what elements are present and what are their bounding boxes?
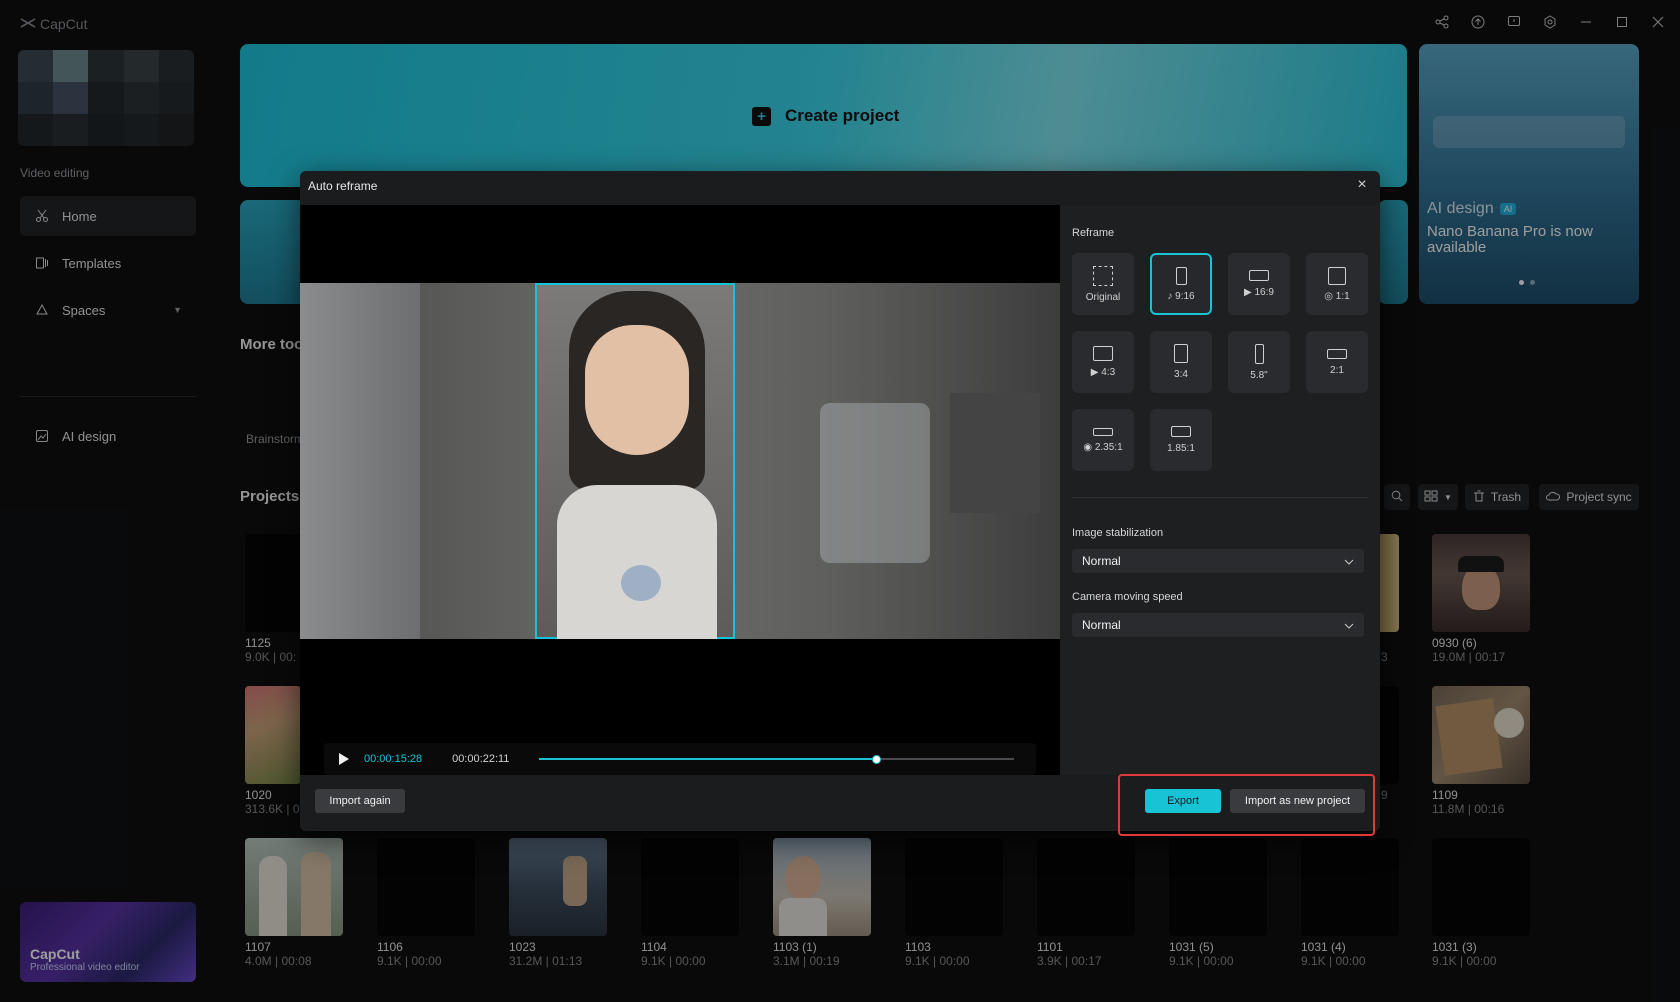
ratio-4-3[interactable]: ▶ 4:3 xyxy=(1072,331,1134,393)
total-time: 00:00:22:11 xyxy=(452,753,510,765)
ratio-1-85-1[interactable]: 1.85:1 xyxy=(1150,409,1212,471)
stabilization-value: Normal xyxy=(1082,554,1121,568)
current-time: 00:00:15:28 xyxy=(364,753,423,765)
stabilization-select[interactable]: Normal xyxy=(1072,549,1364,573)
youtube-icon: ▶ xyxy=(1090,367,1099,378)
ratio-label: ♪ 9:16 xyxy=(1167,291,1194,302)
playback-handle[interactable] xyxy=(872,754,882,764)
ratio-original[interactable]: Original xyxy=(1072,253,1134,315)
play-icon[interactable] xyxy=(338,752,352,766)
ratio-label-text: 2.35:1 xyxy=(1094,441,1123,453)
reframe-label: Reframe xyxy=(1072,227,1115,239)
highlight-box xyxy=(1118,774,1375,836)
reframe-crop-box[interactable] xyxy=(535,283,735,639)
ratio-9-16[interactable]: ♪ 9:16 xyxy=(1150,253,1212,315)
ratio-label: 2:1 xyxy=(1330,364,1344,376)
ratio-label-text: 16:9 xyxy=(1254,287,1274,298)
ratio-label: 1.85:1 xyxy=(1167,443,1195,454)
ratio-shape xyxy=(1093,346,1113,361)
panel-divider xyxy=(1072,497,1368,498)
camera-speed-label: Camera moving speed xyxy=(1072,591,1183,603)
ratio-label-text: 4:3 xyxy=(1101,367,1116,378)
close-icon[interactable]: × xyxy=(1354,177,1370,193)
auto-reframe-dialog: Auto reframe × 00:00:15:28 00:00:22:11 R… xyxy=(300,171,1380,831)
camera-speed-select[interactable]: Normal xyxy=(1072,613,1364,637)
ratio-label: ▶ 16:9 xyxy=(1244,287,1274,298)
ratio-shape xyxy=(1171,426,1191,437)
dialog-title: Auto reframe xyxy=(308,179,378,193)
ratio-2-1[interactable]: 2:1 xyxy=(1306,331,1368,393)
ratio-shape xyxy=(1327,348,1347,359)
ratio-5-8-inch[interactable]: 5.8" xyxy=(1228,331,1290,393)
ratio-shape xyxy=(1254,343,1264,364)
ratio-shape xyxy=(1175,266,1187,285)
dashed-frame-icon xyxy=(1093,265,1113,286)
instagram-icon: ◎ xyxy=(1324,290,1334,302)
tiktok-icon: ♪ xyxy=(1167,290,1173,302)
film-icon: ◉ xyxy=(1083,441,1093,453)
ratio-label: ◎ 1:1 xyxy=(1324,291,1349,302)
ratio-label-text: 9:16 xyxy=(1175,290,1195,302)
ratio-1-1[interactable]: ◎ 1:1 xyxy=(1306,253,1368,315)
ratio-16-9[interactable]: ▶ 16:9 xyxy=(1228,253,1290,315)
app-window: CapCut Video editing Home Templates Spac… xyxy=(0,0,1680,1002)
reframe-settings-panel: Reframe Original ♪ 9:16 ▶ 16:9 ◎ 1:1 ▶ 4… xyxy=(1060,205,1380,775)
playback-track[interactable] xyxy=(539,754,1015,764)
ratio-shape xyxy=(1093,427,1113,436)
ratio-shape xyxy=(1328,266,1346,285)
ratio-label-text: 1:1 xyxy=(1335,290,1350,302)
video-preview: 00:00:15:28 00:00:22:11 xyxy=(300,205,1060,775)
ratio-label: 5.8" xyxy=(1250,369,1268,381)
ratio-label: ◉ 2.35:1 xyxy=(1083,442,1122,453)
video-frame xyxy=(300,283,1060,639)
ratio-label: Original xyxy=(1085,291,1121,303)
stabilization-label: Image stabilization xyxy=(1072,527,1164,539)
camera-speed-value: Normal xyxy=(1082,618,1121,632)
ratio-label: ▶ 4:3 xyxy=(1091,367,1115,378)
ratio-shape xyxy=(1174,344,1188,363)
youtube-icon: ▶ xyxy=(1244,287,1252,298)
playback-bar: 00:00:15:28 00:00:22:11 xyxy=(324,743,1036,775)
ratio-2-35-1[interactable]: ◉ 2.35:1 xyxy=(1072,409,1134,471)
playback-progress xyxy=(539,758,877,760)
chevron-down-icon xyxy=(1344,618,1354,632)
chevron-down-icon xyxy=(1344,554,1354,568)
ratio-shape xyxy=(1249,270,1269,281)
ratio-label: 3:4 xyxy=(1174,369,1188,380)
ratio-3-4[interactable]: 3:4 xyxy=(1150,331,1212,393)
import-again-button[interactable]: Import again xyxy=(315,789,405,813)
